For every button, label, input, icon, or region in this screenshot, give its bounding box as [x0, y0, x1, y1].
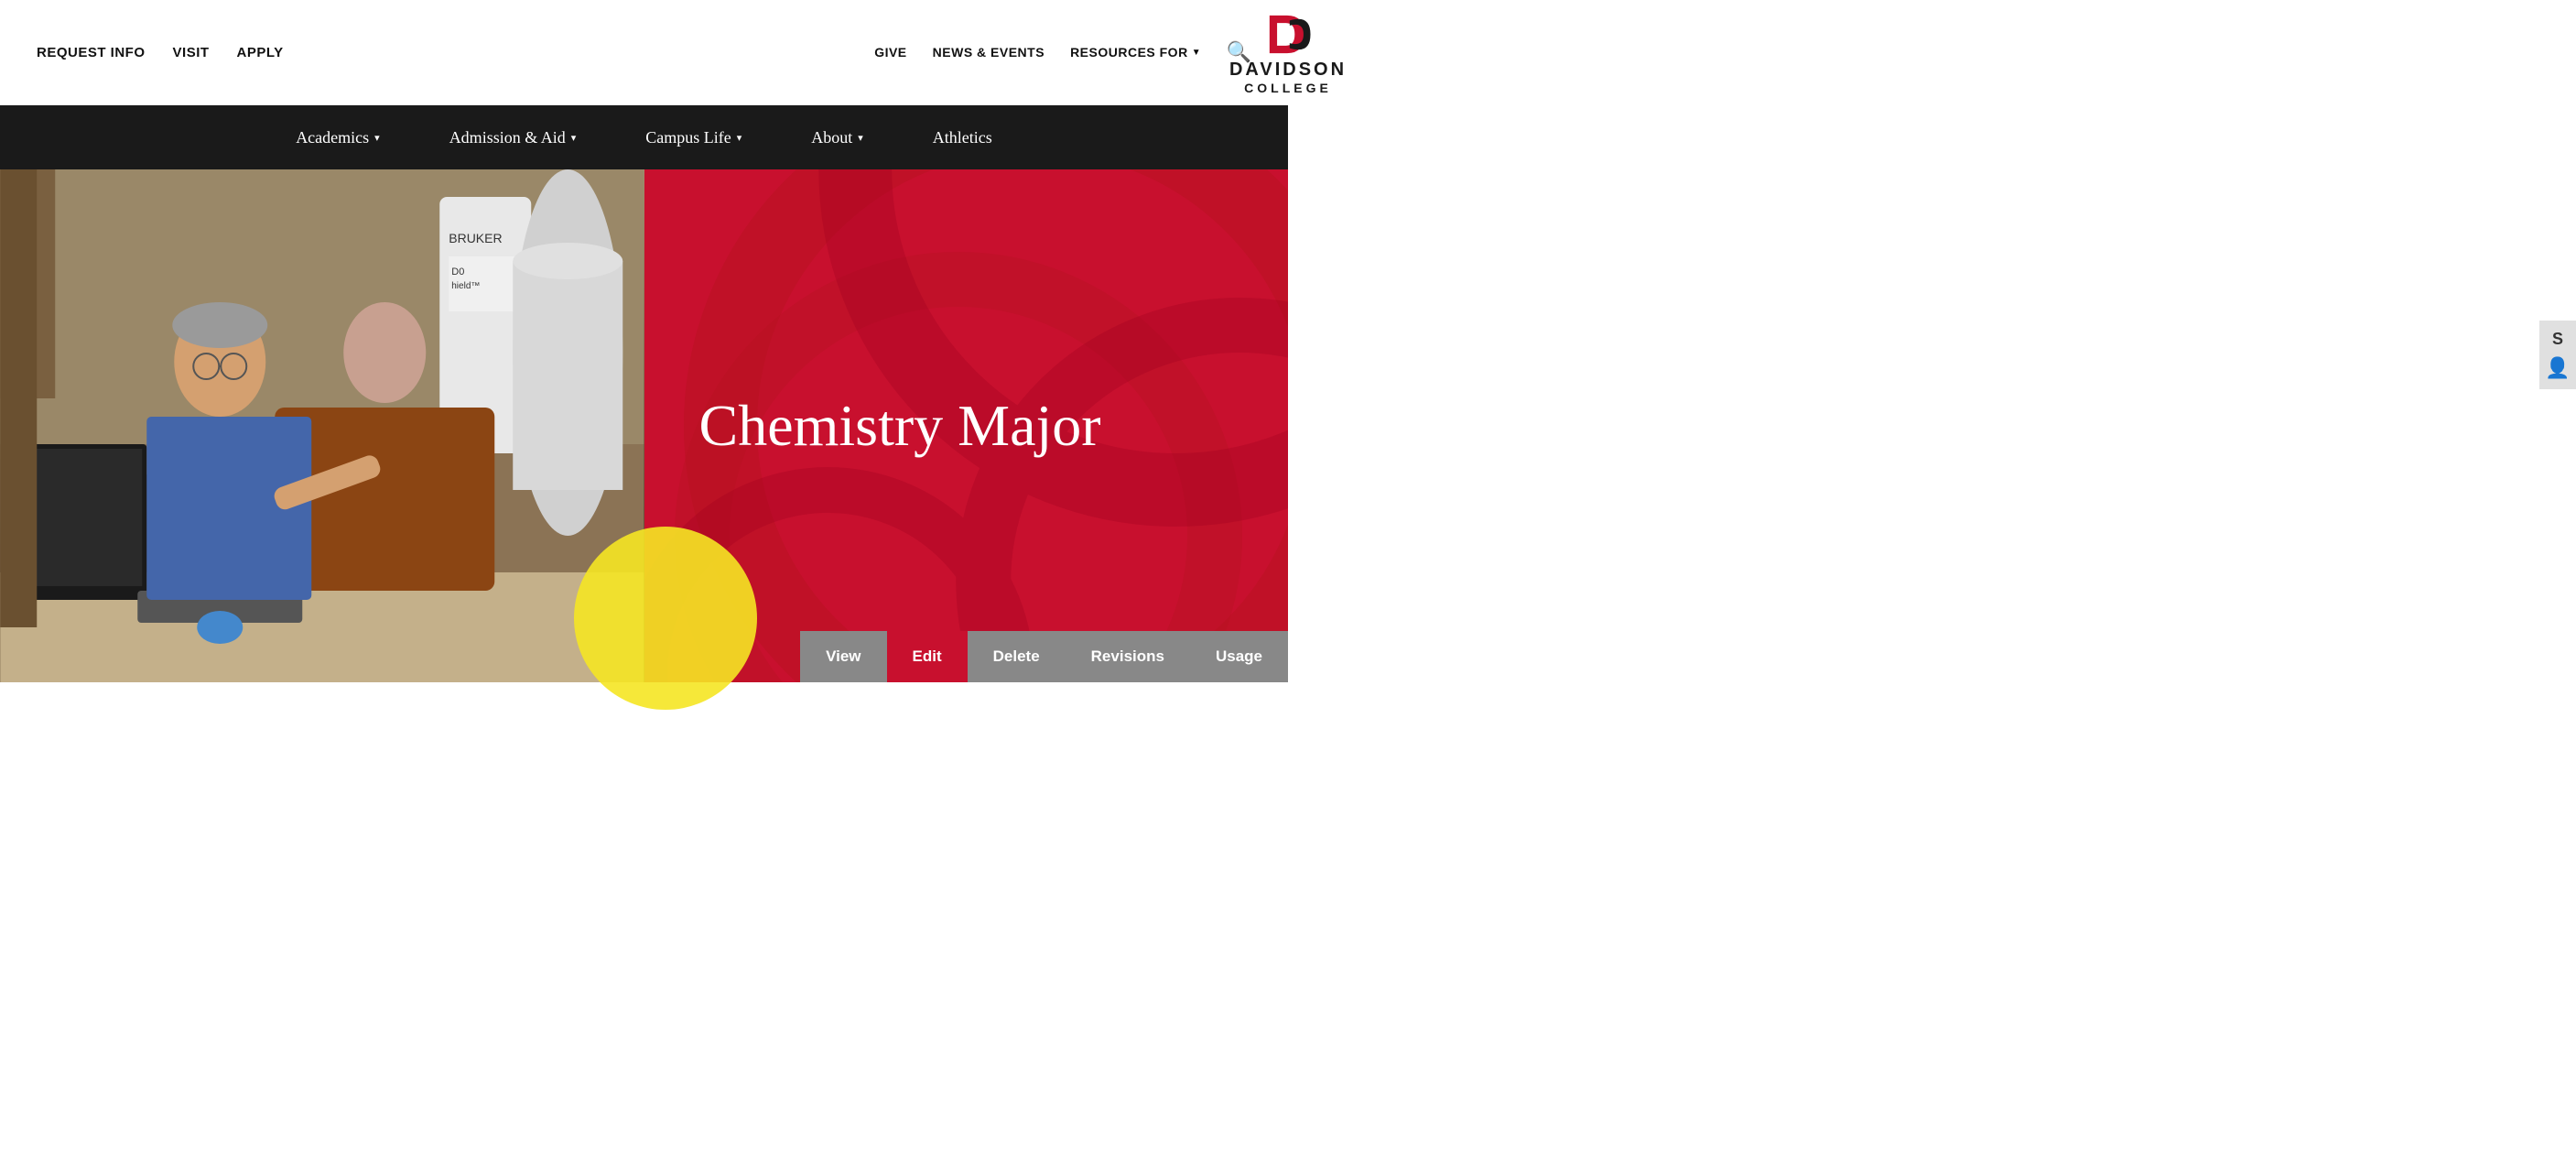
top-left-links: REQUEST INFO VISIT APPLY	[37, 45, 284, 60]
top-bar: REQUEST INFO VISIT APPLY DAVIDSON COLLEG…	[0, 0, 1288, 105]
resources-for-text[interactable]: RESOURCES FOR	[1070, 45, 1188, 60]
logo-dc-icon	[1263, 9, 1314, 60]
logo-area: DAVIDSON COLLEGE	[1229, 9, 1347, 95]
side-widget-person-icon: 👤	[2545, 356, 2570, 380]
highlight-circle	[574, 527, 757, 710]
svg-text:hield™: hield™	[451, 281, 480, 291]
visit-link[interactable]: VISIT	[173, 45, 210, 60]
academics-chevron-icon: ▾	[374, 132, 380, 144]
view-button[interactable]: View	[800, 631, 886, 682]
usage-button[interactable]: Usage	[1190, 631, 1288, 682]
hero-section: BRUKER D0 hield™	[0, 169, 1288, 682]
give-link[interactable]: GIVE	[874, 45, 906, 60]
admission-chevron-icon: ▾	[571, 132, 577, 144]
side-widget-s-icon: S	[2552, 330, 2563, 349]
campus-life-chevron-icon: ▾	[737, 132, 742, 144]
top-right-links: GIVE NEWS & EVENTS RESOURCES FOR ▼ 🔍	[874, 40, 1251, 64]
hero-image: BRUKER D0 hield™	[0, 169, 644, 682]
svg-text:BRUKER: BRUKER	[449, 231, 502, 245]
lab-background: BRUKER D0 hield™	[0, 169, 644, 682]
hero-title: Chemistry Major	[644, 391, 1156, 462]
delete-button[interactable]: Delete	[968, 631, 1066, 682]
side-widget: S 👤	[2539, 321, 2576, 389]
nav-athletics[interactable]: Athletics	[898, 105, 1027, 169]
resources-chevron-icon: ▼	[1192, 48, 1201, 58]
resources-for-link[interactable]: RESOURCES FOR ▼	[1070, 45, 1201, 60]
admin-toolbar: View Edit Delete Revisions Usage	[800, 631, 1288, 682]
nav-bar: Academics ▾ Admission & Aid ▾ Campus Lif…	[0, 105, 1288, 169]
apply-link[interactable]: APPLY	[237, 45, 284, 60]
nav-admission-aid[interactable]: Admission & Aid ▾	[415, 105, 612, 169]
lab-scene-svg: BRUKER D0 hield™	[0, 169, 644, 682]
edit-button[interactable]: Edit	[887, 631, 968, 682]
revisions-button[interactable]: Revisions	[1066, 631, 1190, 682]
svg-text:D0: D0	[451, 267, 464, 277]
nav-academics[interactable]: Academics ▾	[261, 105, 415, 169]
news-events-link[interactable]: NEWS & EVENTS	[933, 45, 1044, 60]
logo-college: COLLEGE	[1244, 81, 1332, 95]
logo-name: DAVIDSON	[1229, 60, 1347, 81]
request-info-link[interactable]: REQUEST INFO	[37, 45, 146, 60]
nav-about[interactable]: About ▾	[776, 105, 898, 169]
about-chevron-icon: ▾	[858, 132, 863, 144]
nav-campus-life[interactable]: Campus Life ▾	[611, 105, 776, 169]
